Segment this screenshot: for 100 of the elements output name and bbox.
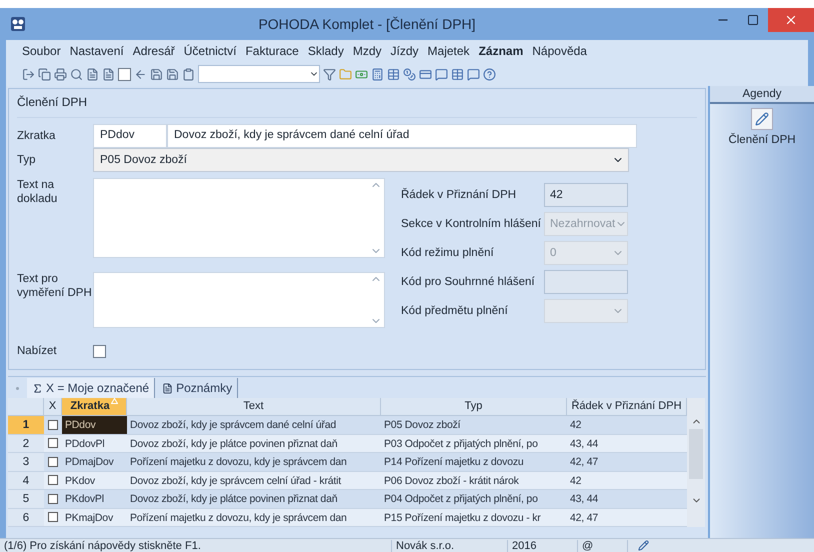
column-header[interactable]: X [44,398,62,416]
table-cell: PDmajDov [62,453,127,472]
menu-item[interactable]: Fakturace [245,44,299,58]
sort-icon [110,398,118,404]
row-number: 6 [8,508,44,527]
banknote-icon[interactable] [355,68,368,80]
table-cell: P06 Dovoz zboží - krátit nárok [381,472,567,490]
row-checkbox[interactable] [48,494,58,504]
table-cell: 42, 47 [567,453,687,472]
field-label: Text pro vyměření DPH [17,272,93,300]
table-cell: Dovoz zboží, kdy je správcem dané celní úřad [127,416,381,434]
column-header[interactable]: Zkratka [62,398,127,416]
column-header[interactable]: Typ [381,398,567,416]
note-icon [162,382,174,394]
row-number: 4 [8,472,44,490]
row-number: 2 [8,434,44,453]
back-icon[interactable] [134,68,147,80]
table-cell: P03 Odpočet z přijatých plnění, po [381,434,567,453]
table-icon[interactable] [387,68,400,80]
row-checkbox[interactable] [48,475,58,486]
field-label: Text na dokladu [17,178,58,206]
filter-icon [32,382,43,394]
table-cell: Pořízení majetku z dovozu, kdy je správcem dan [127,453,381,472]
search-icon[interactable] [70,68,83,80]
row-checkbox[interactable] [48,438,58,448]
scrollbar[interactable] [687,398,705,527]
table-cell: 42, 47 [567,508,687,527]
menu-item[interactable]: Mzdy [352,44,382,58]
checkbox[interactable] [93,344,106,358]
panel-title: Členění DPH [17,95,697,118]
code-field[interactable]: PDdov [93,124,167,148]
table-cell: 43, 44 [567,490,687,508]
row-checkbox[interactable] [48,456,58,467]
menu-item[interactable]: Sklady [308,44,344,58]
agenda-item[interactable]: Členění DPH [722,104,802,147]
column-header[interactable]: Text [127,398,381,416]
menu-item[interactable]: Záznam [478,44,524,58]
name-field[interactable]: Dovoz zboží, kdy je správcem dané celní úřad [167,124,637,148]
table-cell: PDdov [62,416,127,434]
grid-icon[interactable] [451,68,464,80]
table-cell: P04 Odpočet z přijatých plnění, po [381,490,567,508]
copy-icon[interactable] [38,68,51,80]
field-label: Řádek v Přiznání DPH [401,188,518,200]
type-select[interactable]: P05 Dovoz zboží [93,148,629,172]
filter-icon[interactable] [323,68,336,80]
menu-item[interactable]: Adresář [132,44,175,58]
field-label: Kód režimu plnění [401,246,495,258]
panel-title: Agendy [710,86,814,104]
menu-item[interactable]: Jízdy [390,44,419,58]
row-number: 1 [8,416,44,434]
window-title: POHODA Komplet - [Členění DPH] [257,16,477,32]
clipboard-icon[interactable] [182,68,195,80]
menu-item[interactable]: Nápověda [532,44,587,58]
table-cell: P14 Pořízení majetku z dovozu [381,453,567,472]
field-label: Typ [17,154,37,166]
field-label: Kód pro Souhrnné hlášení [401,276,536,288]
row-number: 3 [8,453,44,472]
table-cell: 42 [567,416,687,434]
help-icon[interactable] [483,68,496,80]
status-year: 2016 [508,540,578,552]
message-icon[interactable] [435,68,448,80]
field-label: Kód předmětu plnění [401,304,509,316]
status-company: Novák s.r.o. [392,540,508,552]
calculator-icon[interactable] [371,68,384,80]
page-icon[interactable] [102,68,115,80]
note-icon[interactable] [467,68,480,80]
card-icon[interactable] [419,68,432,80]
table-cell: Dovoz zboží, kdy je plátce povinen přiznat daň [127,434,381,453]
input-field[interactable] [544,270,628,294]
table-cell: P05 Dovoz zboží [381,416,567,434]
print-icon[interactable] [54,68,67,80]
table-cell: PKmajDov [62,508,127,527]
menu-item[interactable]: Účetnictví [184,44,236,58]
table-cell: Dovoz zboží, kdy je plátce povinen přiznat daň [127,490,381,508]
app-icon [10,16,26,32]
column-header[interactable]: Řádek v Přiznání DPH [567,398,687,416]
row-checkbox[interactable] [48,512,58,522]
exit-icon[interactable] [22,68,35,80]
table-cell: PKdov [62,472,127,490]
save-all-icon[interactable] [166,68,179,80]
field-label: Nabízet [17,345,58,357]
save-icon[interactable] [150,68,163,80]
status-mail: @ [578,540,628,552]
menu-item[interactable]: Nastavení [70,44,124,58]
menu-item[interactable]: Majetek [428,44,470,58]
input-field[interactable]: 42 [544,182,628,206]
menu-item[interactable]: Soubor [22,44,61,58]
table-cell: Pořízení majetku z dovozu, kdy je správcem dan [127,508,381,527]
status-text: (1/6) Pro získání nápovědy stiskněte F1. [0,540,392,552]
coins-icon[interactable] [403,68,416,80]
pen-icon [638,540,649,551]
document-icon[interactable] [86,68,99,80]
close-icon [784,13,798,27]
table-cell: 43, 44 [567,434,687,453]
table-cell: 42 [567,472,687,490]
table-cell: Dovoz zboží, kdy je správcem celní úřad - krátit [127,472,381,490]
row-checkbox[interactable] [48,420,58,430]
tab[interactable]: X = Moje označené [27,378,156,398]
table-cell: PKdovPl [62,490,127,508]
table-cell: PDdovPl [62,434,127,453]
